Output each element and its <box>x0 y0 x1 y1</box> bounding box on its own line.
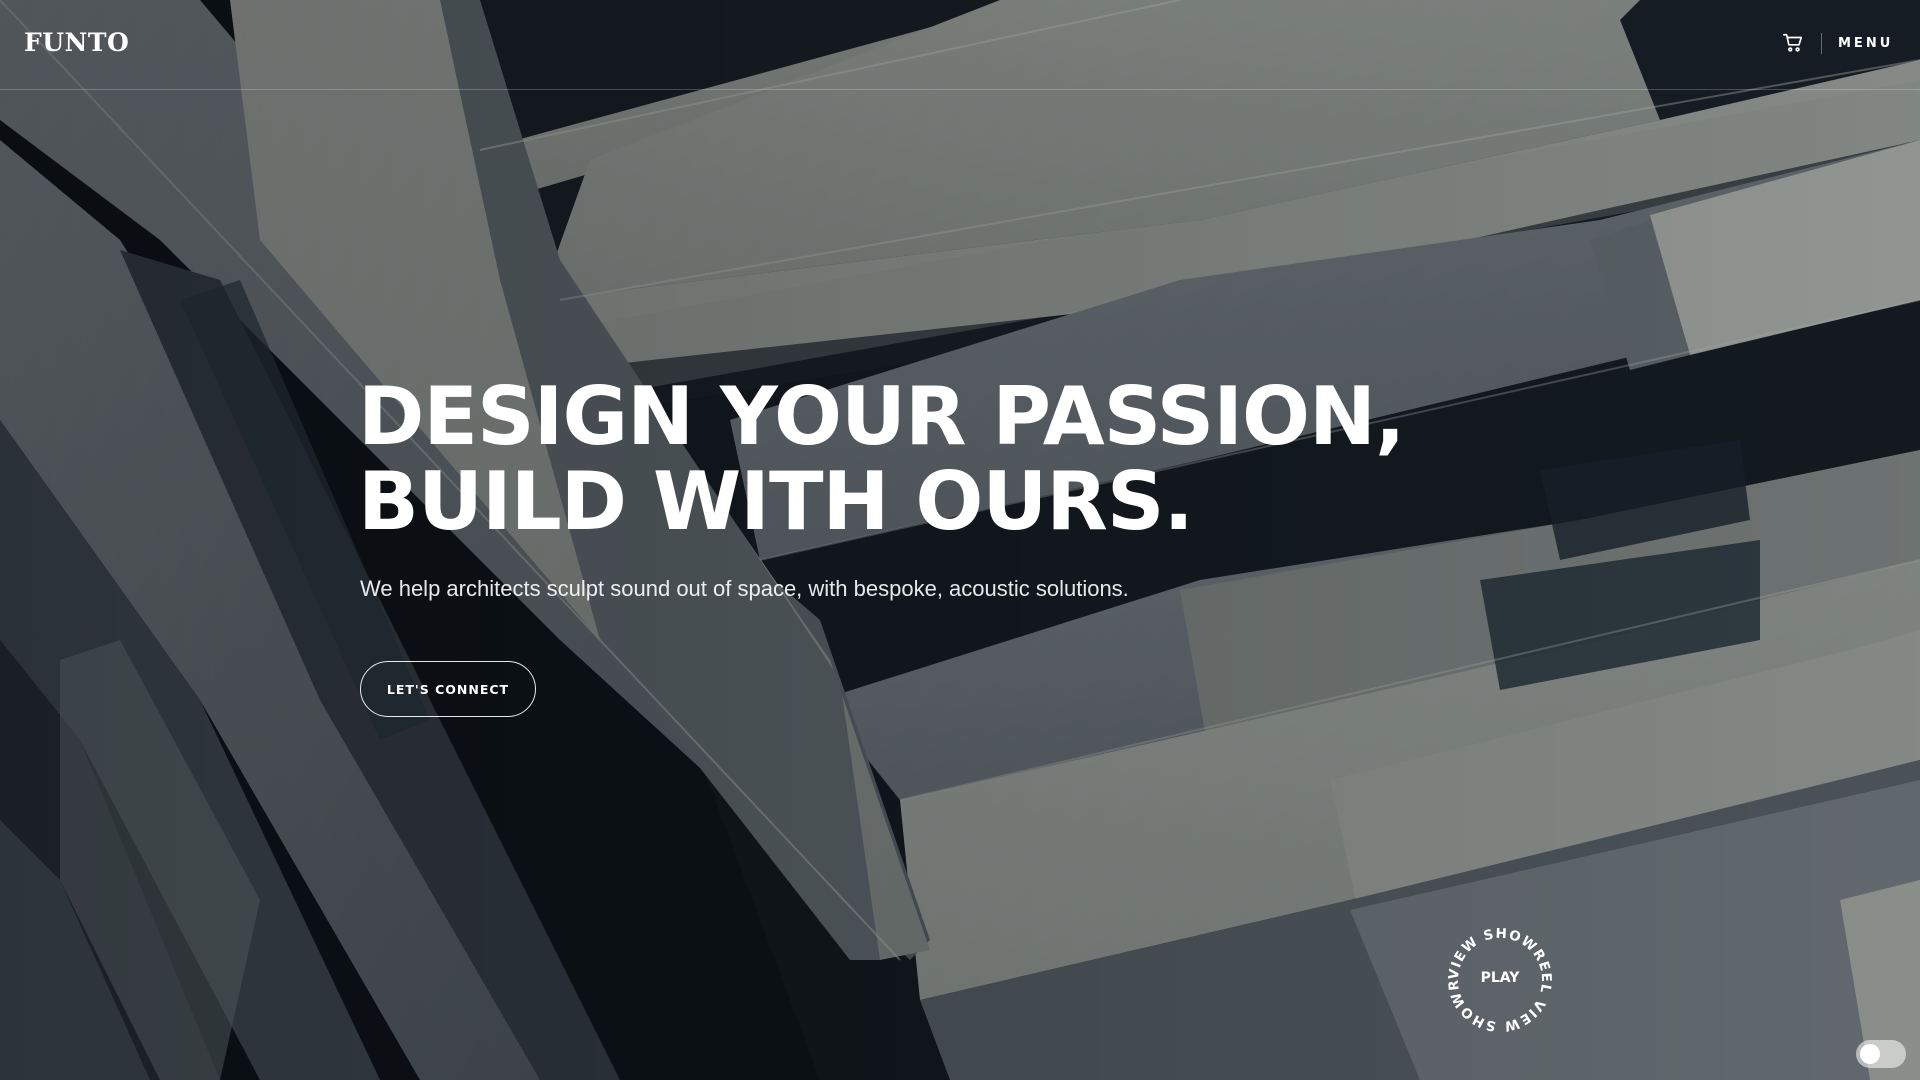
theme-toggle-knob <box>1860 1044 1880 1064</box>
hero-section: FUNTO MENU DESIGN YOUR PASSION, BUILD WI… <box>0 0 1920 1080</box>
cart-icon[interactable] <box>1782 32 1804 54</box>
menu-button[interactable]: MENU <box>1838 36 1893 51</box>
hero-headline: DESIGN YOUR PASSION, BUILD WITH OURS. <box>358 370 1405 548</box>
hero-headline-line-2: BUILD WITH OURS. <box>358 455 1194 548</box>
site-header: FUNTO MENU <box>0 0 1920 90</box>
header-divider <box>1821 33 1822 54</box>
hero-subtitle: We help architects sculpt sound out of s… <box>360 576 1129 601</box>
showreel-button[interactable]: VIEW SHOWREEL VIEW SHOWREEL PLAY <box>1440 920 1560 1040</box>
play-label: PLAY <box>1480 970 1520 986</box>
theme-toggle[interactable] <box>1856 1040 1906 1068</box>
lets-connect-button[interactable]: LET'S CONNECT <box>360 661 536 717</box>
site-logo[interactable]: FUNTO <box>24 28 129 57</box>
hero-headline-line-1: DESIGN YOUR PASSION, <box>358 370 1405 463</box>
